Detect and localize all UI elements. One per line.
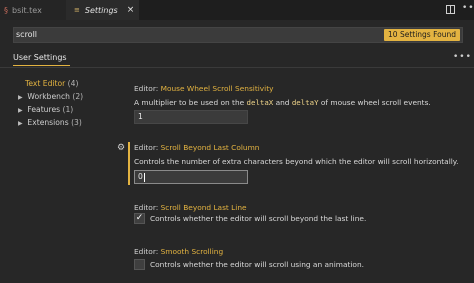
setting-title: Editor: Scroll Beyond Last Column — [134, 143, 260, 152]
setting-title: Editor: Scroll Beyond Last Line — [134, 203, 247, 212]
setting-title: Editor: Mouse Wheel Scroll Sensitivity — [134, 84, 274, 93]
tree-item-extensions[interactable]: ▶ Extensions (3) — [18, 116, 83, 129]
settings-more-icon[interactable]: ••• — [453, 52, 472, 62]
setting-description: Controls the number of extra characters … — [134, 157, 459, 166]
modified-indicator — [128, 142, 130, 185]
active-tab-indicator — [13, 65, 70, 66]
search-input[interactable]: scroll 10 Settings Found — [13, 27, 463, 43]
split-editor-icon[interactable] — [446, 5, 455, 14]
gear-icon[interactable]: ⚙ — [117, 143, 125, 153]
setting-smooth-scrolling: Editor: Smooth Scrolling — [134, 246, 223, 257]
scroll-beyond-last-line-checkbox[interactable]: ✓ — [134, 213, 145, 224]
setting-mouse-wheel-scroll-sensitivity: Editor: Mouse Wheel Scroll Sensitivity A… — [134, 83, 431, 108]
tab-label: Settings — [84, 5, 118, 15]
chevron-right-icon: ▶ — [18, 120, 23, 127]
wheel-sensitivity-input[interactable]: 1 — [134, 110, 248, 124]
settings-file-icon: ≡ — [74, 6, 80, 14]
tab-settings[interactable]: ≡ Settings × — [66, 0, 139, 20]
text-caret — [143, 172, 145, 182]
setting-description: Controls whether the editor will scroll … — [150, 214, 367, 223]
checkmark-icon: ✓ — [135, 213, 144, 223]
tree-item-text-editor[interactable]: Text Editor (4) — [18, 77, 83, 90]
search-value: scroll — [16, 30, 38, 39]
smooth-scrolling-checkbox[interactable] — [134, 259, 145, 270]
tab-user-settings[interactable]: User Settings — [13, 53, 67, 62]
tex-file-icon: § — [4, 5, 8, 15]
tree-item-features[interactable]: ▶ Features (1) — [18, 103, 83, 116]
tree-item-workbench[interactable]: ▶ Workbench (2) — [18, 90, 83, 103]
tab-label: bsit.tex — [12, 5, 42, 15]
divider — [0, 67, 474, 68]
scroll-beyond-last-column-input[interactable]: 0 — [134, 170, 248, 184]
results-count-badge: 10 Settings Found — [384, 29, 460, 41]
setting-description: Controls whether the editor will scroll … — [150, 260, 364, 269]
tab-bsit-tex[interactable]: § bsit.tex — [0, 0, 66, 20]
more-actions-icon[interactable]: ••• — [462, 3, 474, 13]
setting-scroll-beyond-last-column: Editor: Scroll Beyond Last Column Contro… — [134, 142, 458, 167]
settings-tree: Text Editor (4) ▶ Workbench (2) ▶ Featur… — [18, 77, 83, 129]
tab-bar: § bsit.tex ≡ Settings × ••• — [0, 0, 474, 20]
setting-scroll-beyond-last-line: Editor: Scroll Beyond Last Line — [134, 202, 247, 213]
setting-title: Editor: Smooth Scrolling — [134, 247, 224, 256]
close-icon[interactable]: × — [127, 5, 135, 15]
setting-description: A multiplier to be used on the deltaX an… — [134, 98, 431, 107]
